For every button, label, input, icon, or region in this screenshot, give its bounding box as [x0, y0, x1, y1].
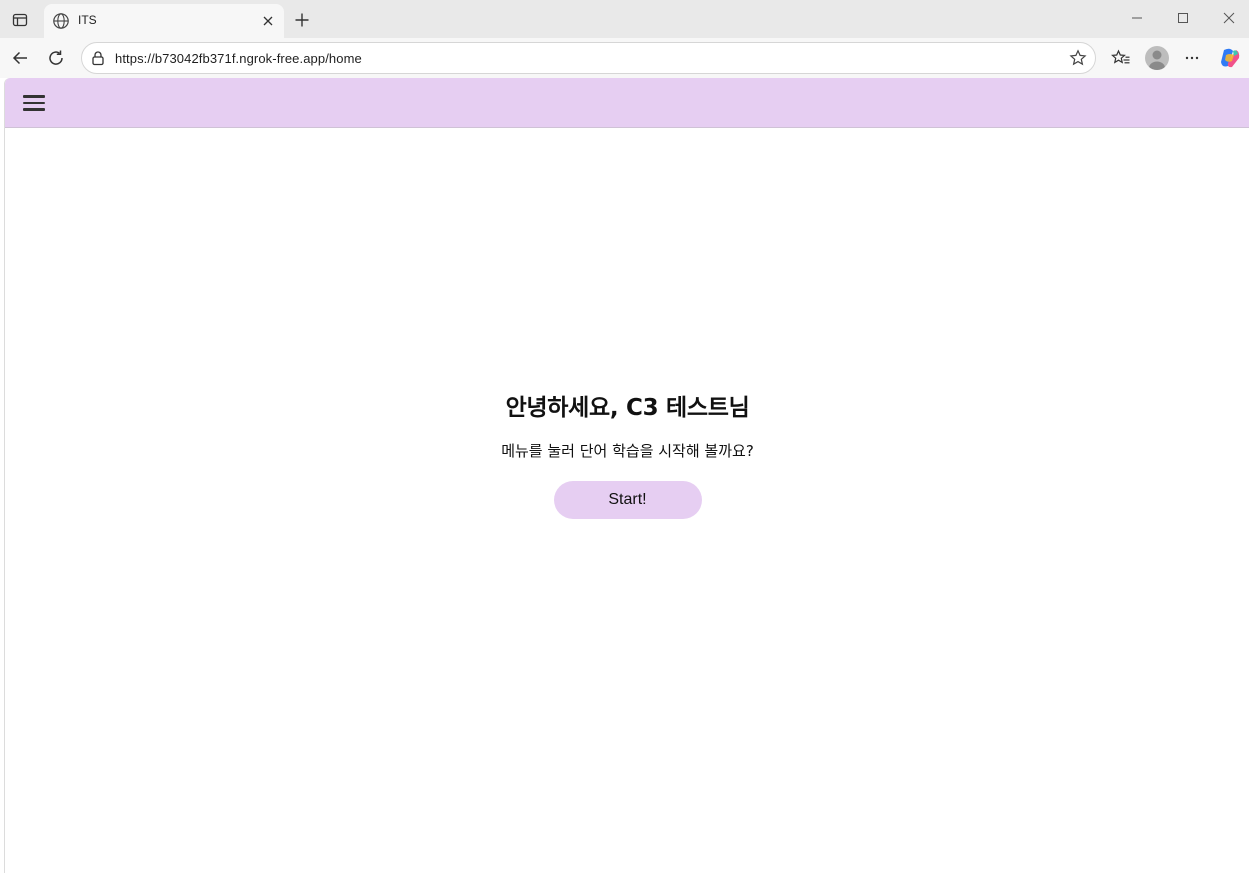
back-button[interactable]	[6, 44, 34, 72]
star-icon[interactable]	[1069, 49, 1087, 67]
window-close-button[interactable]	[1215, 6, 1243, 30]
tab-actions-button[interactable]	[8, 8, 32, 32]
maximize-button[interactable]	[1169, 6, 1197, 30]
greeting-title: 안녕하세요, C3 테스트님	[505, 395, 750, 421]
start-button[interactable]: Start!	[553, 481, 702, 519]
copilot-button[interactable]	[1216, 44, 1244, 72]
minimize-icon	[1132, 17, 1142, 19]
browser-tab[interactable]: ITS	[44, 4, 284, 38]
greeting-subtitle: 메뉴를 눌러 단어 학습을 시작해 볼까요?	[501, 442, 754, 460]
globe-icon	[53, 13, 69, 29]
tab-strip: ITS	[0, 0, 1249, 38]
browser-toolbar: https://b73042fb371f.ngrok-free.app/home	[0, 38, 1249, 78]
hamburger-line	[23, 108, 45, 111]
more-icon	[1185, 56, 1199, 60]
new-tab-button[interactable]	[290, 8, 314, 32]
close-icon	[263, 16, 273, 26]
hamburger-menu-icon[interactable]	[23, 92, 47, 114]
profile-avatar[interactable]	[1145, 46, 1169, 70]
lock-icon[interactable]	[90, 50, 106, 66]
page-viewport: 안녕하세요, C3 테스트님 메뉴를 눌러 단어 학습을 시작해 볼까요? St…	[4, 78, 1249, 873]
favorites-button[interactable]	[1107, 44, 1135, 72]
tab-close-button[interactable]	[260, 13, 276, 29]
address-bar[interactable]: https://b73042fb371f.ngrok-free.app/home	[81, 42, 1096, 74]
window-close-icon	[1223, 12, 1235, 24]
profile-icon	[1149, 50, 1165, 70]
refresh-button[interactable]	[42, 44, 70, 72]
hamburger-line	[23, 95, 45, 98]
tab-actions-icon	[12, 13, 28, 27]
minimize-button[interactable]	[1123, 6, 1151, 30]
more-button[interactable]	[1178, 44, 1206, 72]
plus-icon	[295, 13, 309, 27]
app-header	[5, 78, 1249, 128]
refresh-icon	[49, 50, 63, 65]
maximize-icon	[1178, 13, 1188, 23]
favorites-icon	[1111, 49, 1130, 64]
copilot-icon	[1221, 48, 1240, 68]
welcome-section: 안녕하세요, C3 테스트님 메뉴를 눌러 단어 학습을 시작해 볼까요? St…	[5, 388, 1249, 519]
tab-title: ITS	[78, 13, 97, 27]
back-icon	[12, 51, 27, 65]
hamburger-line	[23, 101, 45, 105]
url-text[interactable]: https://b73042fb371f.ngrok-free.app/home	[115, 51, 362, 66]
